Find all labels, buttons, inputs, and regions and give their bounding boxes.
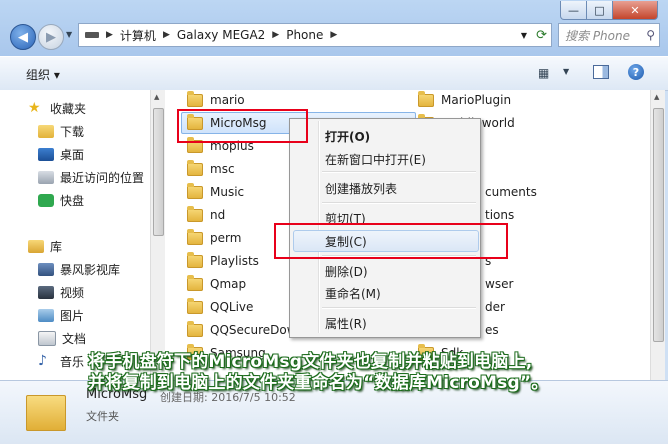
tutorial-caption-line-2: 并将复制到电脑上的文件夹重命名为“数据库MicroMsg”。 xyxy=(88,373,549,393)
forward-arrow-icon: ▶ xyxy=(46,29,56,45)
folder-icon xyxy=(187,251,203,268)
folder-icon xyxy=(187,205,203,222)
folder-icon xyxy=(418,90,434,107)
nav-pictures[interactable]: 图片 xyxy=(38,307,84,324)
folder-icon xyxy=(187,228,203,245)
file-list-scroll-thumb[interactable] xyxy=(653,108,664,342)
scroll-up-arrow-icon[interactable]: ▲ xyxy=(654,93,659,101)
file-list-scrollbar[interactable]: ▲ xyxy=(650,90,665,380)
folder-item[interactable]: Qmap xyxy=(187,274,246,294)
minimize-button[interactable]: — xyxy=(560,1,587,20)
star-icon: ★ xyxy=(28,100,41,116)
folder-item[interactable]: Music xyxy=(187,182,244,202)
explorer-window: — □ ✕ ◀ ▶ ▼ ▶ 计算机 ▶ Galaxy MEGA2 ▶ Phone ▶ … xyxy=(0,0,668,444)
breadcrumb-device[interactable]: Galaxy MEGA2 ▶ xyxy=(173,28,282,42)
folder-item[interactable]: nd xyxy=(187,205,225,225)
search-icon[interactable]: ⚲ xyxy=(646,28,659,42)
navigation-scrollbar[interactable]: ▲ xyxy=(150,90,165,380)
nav-video-library[interactable]: 暴风影视库 xyxy=(38,261,120,278)
back-arrow-icon: ◀ xyxy=(18,29,28,45)
kuaipan-icon xyxy=(38,194,54,207)
view-dropdown[interactable]: ▼ xyxy=(563,67,569,76)
nav-documents[interactable]: 文档 xyxy=(38,330,86,347)
address-dropdown[interactable]: ▼ xyxy=(521,24,527,46)
menu-separator xyxy=(322,307,476,309)
preview-pane-icon[interactable] xyxy=(593,65,609,79)
nav-recent-places[interactable]: 最近访问的位置 xyxy=(38,169,144,186)
nav-favorites[interactable]: ★ 收藏夹 xyxy=(28,100,86,117)
menu-separator xyxy=(322,202,476,204)
tutorial-caption-line-1: 将手机盘符下的MicroMsg文件夹也复制并粘贴到电脑上, xyxy=(88,352,533,372)
details-type: 文件夹 xyxy=(86,410,119,423)
library-icon xyxy=(28,240,44,253)
folder-item[interactable]: mario xyxy=(187,90,245,110)
highlight-box-copy xyxy=(274,223,508,259)
pictures-icon xyxy=(38,309,54,322)
nav-kuaipan[interactable]: 快盘 xyxy=(38,192,84,209)
menu-item-open[interactable]: 打开(O) xyxy=(325,128,370,145)
organize-button[interactable]: 组织 ▾ xyxy=(26,66,60,83)
title-bar: — □ ✕ ◀ ▶ ▼ ▶ 计算机 ▶ Galaxy MEGA2 ▶ Phone ▶ … xyxy=(0,0,668,56)
large-folder-icon xyxy=(26,395,66,431)
menu-item-delete[interactable]: 删除(D) xyxy=(325,263,368,280)
menu-item-properties[interactable]: 属性(R) xyxy=(325,315,367,332)
folder-icon xyxy=(187,274,203,291)
scroll-up-arrow-icon[interactable]: ▲ xyxy=(154,93,159,101)
download-folder-icon xyxy=(38,125,54,138)
navigation-pane: ★ 收藏夹 下载 桌面 最近访问的位置 快盘 库 暴风影视库 视频 图片 文档 ♪… xyxy=(0,90,150,380)
documents-icon xyxy=(38,331,56,346)
maximize-button[interactable]: □ xyxy=(586,1,613,20)
breadcrumb-phone[interactable]: Phone ▶ xyxy=(282,28,340,42)
folder-item[interactable]: QQSecureDow xyxy=(187,320,297,340)
forward-button[interactable]: ▶ xyxy=(38,24,64,50)
breadcrumb-root-arrow[interactable]: ▶ xyxy=(103,30,116,40)
close-button[interactable]: ✕ xyxy=(612,1,658,20)
nav-libraries[interactable]: 库 xyxy=(28,238,62,255)
folder-item[interactable]: QQLive xyxy=(187,297,253,317)
video-icon xyxy=(38,286,54,299)
folder-item[interactable]: msc xyxy=(187,159,235,179)
folder-item[interactable]: MarioPlugin xyxy=(418,90,511,110)
menu-item-create-playlist[interactable]: 创建播放列表 xyxy=(325,180,397,197)
menu-item-open-new-window[interactable]: 在新窗口中打开(E) xyxy=(325,151,426,168)
drive-icon xyxy=(85,32,99,38)
folder-icon xyxy=(187,182,203,199)
desktop-icon xyxy=(38,148,54,161)
help-icon[interactable]: ? xyxy=(628,64,644,80)
back-button[interactable]: ◀ xyxy=(10,24,36,50)
menu-item-rename[interactable]: 重命名(M) xyxy=(325,285,381,302)
highlight-box-micromsg xyxy=(177,109,308,143)
tutorial-caption: 将手机盘符下的MicroMsg文件夹也复制并粘贴到电脑上, 并将复制到电脑上的文… xyxy=(88,352,548,394)
address-bar[interactable]: ▶ 计算机 ▶ Galaxy MEGA2 ▶ Phone ▶ ▼ ⟳ xyxy=(78,23,552,47)
breadcrumb-computer[interactable]: 计算机 ▶ xyxy=(116,27,173,44)
recent-pages-dropdown[interactable]: ▼ xyxy=(66,30,72,39)
nav-videos[interactable]: 视频 xyxy=(38,284,84,301)
nav-music[interactable]: ♪ 音乐 xyxy=(38,353,84,370)
folder-icon xyxy=(187,90,203,107)
nav-desktop[interactable]: 桌面 xyxy=(38,146,84,163)
navigation-scroll-thumb[interactable] xyxy=(153,108,164,236)
nav-downloads[interactable]: 下载 xyxy=(38,123,84,140)
menu-separator xyxy=(322,171,476,173)
search-input[interactable]: 搜索 Phone ⚲ xyxy=(558,23,660,47)
folder-icon xyxy=(187,320,203,337)
recent-places-icon xyxy=(38,171,54,184)
folder-icon xyxy=(187,159,203,176)
folder-item[interactable]: Playlists xyxy=(187,251,259,271)
view-options-icon[interactable]: ▦ xyxy=(538,66,549,80)
music-icon: ♪ xyxy=(38,353,47,369)
folder-item[interactable]: perm xyxy=(187,228,241,248)
refresh-icon[interactable]: ⟳ xyxy=(536,24,547,46)
folder-icon xyxy=(187,297,203,314)
video-library-icon xyxy=(38,263,54,276)
command-bar: 组织 ▾ ▦ ▼ ? xyxy=(0,56,668,91)
